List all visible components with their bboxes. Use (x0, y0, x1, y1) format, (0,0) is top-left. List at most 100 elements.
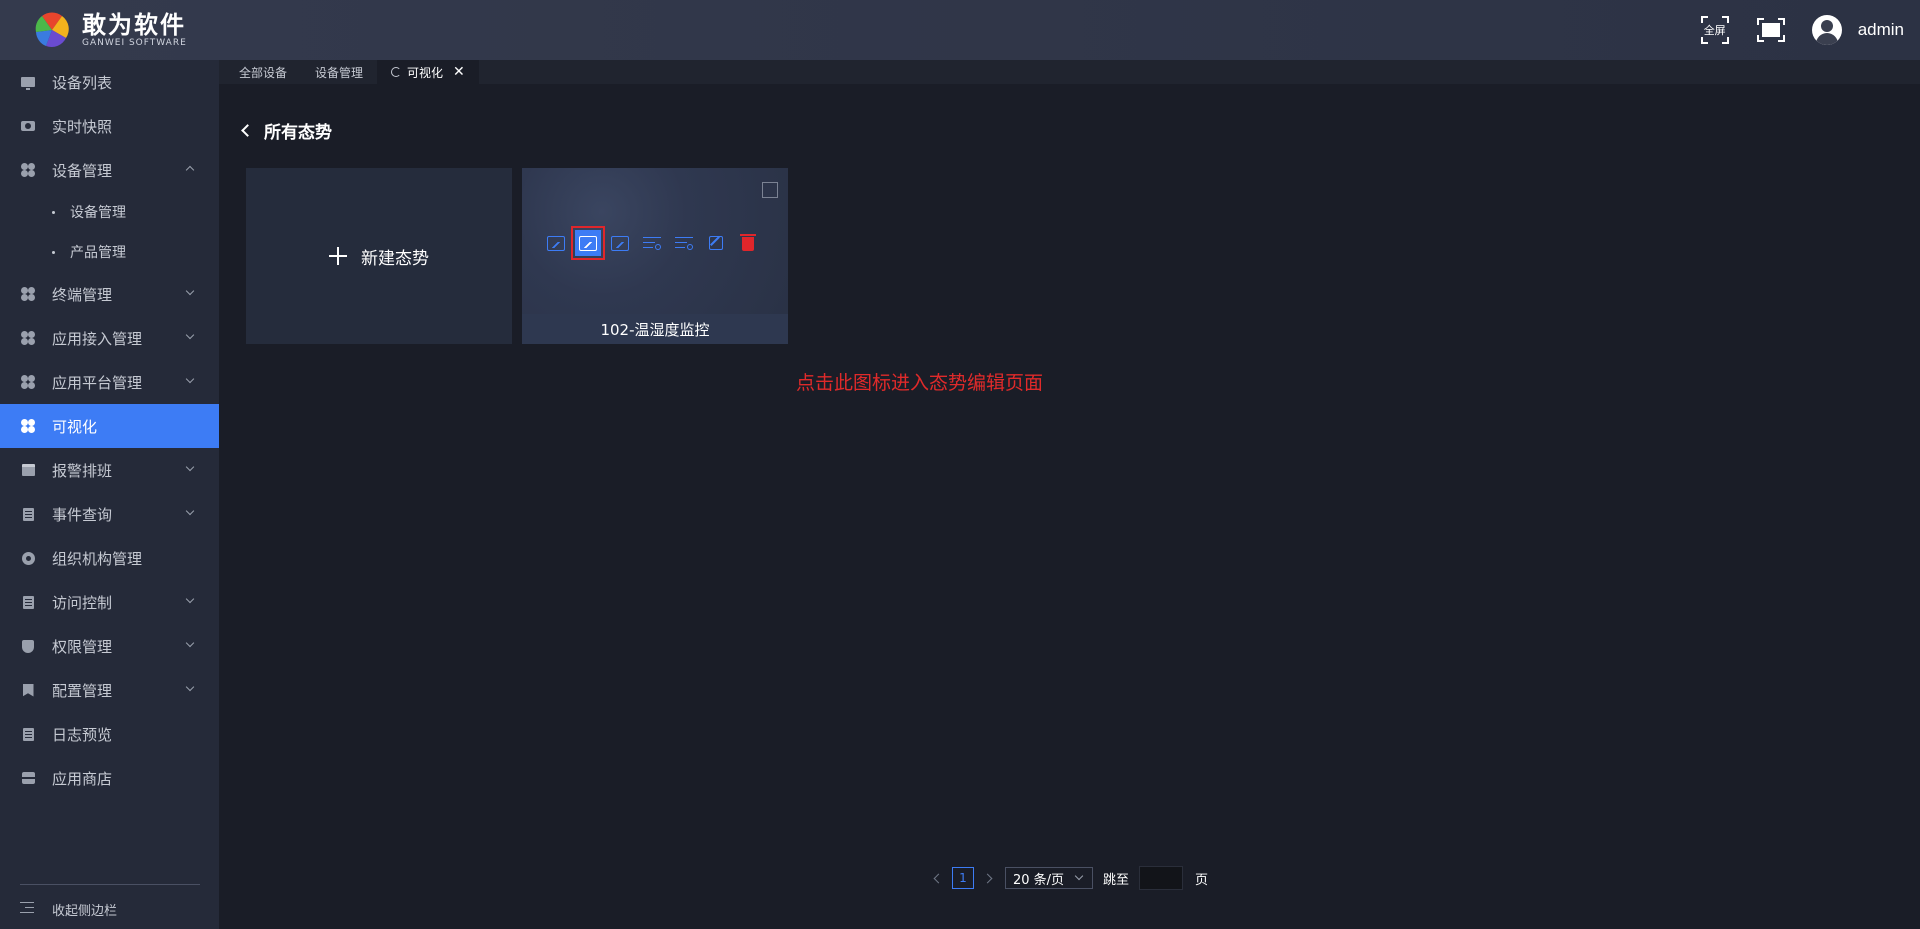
tab-bar: 全部设备 设备管理 可视化 ✕ (219, 60, 1920, 84)
chevron-down-icon (185, 462, 195, 472)
monitor-icon (21, 77, 35, 90)
pagination: 1 20 条/页 跳至 页 (933, 866, 1208, 890)
chevron-down-icon (185, 594, 195, 604)
clover-icon (21, 375, 35, 389)
chevron-down-icon (185, 506, 195, 516)
rename-button[interactable] (706, 233, 726, 253)
annotation-text: 点击此图标进入态势编辑页面 (796, 372, 1044, 394)
clover-icon (21, 287, 35, 301)
preview-button[interactable] (546, 233, 566, 253)
sidebar-item-label: 事件查询 (52, 505, 113, 524)
page-title: 所有态势 (264, 123, 332, 143)
main-content: 所有态势 新建态势 102-温湿度监控 点击此图标进入态势编辑页面 (219, 84, 1920, 929)
close-icon[interactable]: ✕ (453, 65, 465, 79)
logo-title: 敢为软件 (82, 11, 186, 39)
chevron-down-icon (185, 330, 195, 340)
camera-icon (21, 121, 35, 131)
sidebar-item-app-platform[interactable]: 应用平台管理 (0, 360, 219, 404)
gear-icon (21, 551, 35, 565)
list-config-icon (675, 236, 693, 250)
sidebar-item-snapshot[interactable]: 实时快照 (0, 104, 219, 148)
page-number-current[interactable]: 1 (952, 867, 974, 889)
sidebar-item-device-list[interactable]: 设备列表 (0, 60, 219, 104)
sidebar-item-app-store[interactable]: 应用商店 (0, 756, 219, 800)
username[interactable]: admin (1858, 20, 1904, 40)
sidebar-item-organization[interactable]: 组织机构管理 (0, 536, 219, 580)
image-settings-icon (611, 235, 629, 251)
sidebar-item-label: 应用商店 (52, 769, 113, 788)
sidebar-item-label: 设备管理 (52, 161, 113, 180)
situation-card-title: 102-温湿度监控 (522, 314, 788, 344)
sidebar-item-label: 组织机构管理 (52, 549, 143, 568)
store-icon (21, 772, 35, 784)
tab-all-devices[interactable]: 全部设备 (225, 60, 301, 84)
back-arrow-icon[interactable] (241, 124, 254, 137)
jump-to-label: 跳至 (1103, 872, 1130, 888)
bookmark-icon (22, 683, 34, 697)
page-size-select[interactable]: 20 条/页 (1005, 867, 1093, 889)
clover-icon (21, 331, 35, 345)
fullscreen-label: 全屏 (1703, 24, 1726, 37)
image-edit-icon (579, 235, 597, 251)
clover-icon (21, 163, 35, 177)
sidebar-subitem-device-management[interactable]: 设备管理 (0, 192, 219, 232)
plus-icon (329, 247, 347, 265)
situation-card[interactable]: 102-温湿度监控 (522, 168, 788, 344)
tab-label: 全部设备 (239, 65, 288, 80)
sidebar-item-permissions[interactable]: 权限管理 (0, 624, 219, 668)
collapse-sidebar-button[interactable]: 收起侧边栏 (20, 900, 117, 919)
sidebar-item-label: 权限管理 (52, 637, 113, 656)
sidebar-item-label: 设备列表 (52, 73, 113, 92)
prev-page-icon[interactable] (933, 873, 944, 883)
page-size-value: 20 条/页 (1013, 872, 1065, 888)
edit-situation-button[interactable] (571, 226, 605, 260)
top-header: 敢为软件 GANWEI SOFTWARE 全屏 admin (0, 0, 1920, 60)
tab-label: 设备管理 (315, 65, 364, 80)
tab-device-management[interactable]: 设备管理 (301, 60, 377, 84)
chevron-down-icon (185, 286, 195, 296)
sidebar-item-visualization[interactable]: 可视化 (0, 404, 219, 448)
calendar-icon (21, 464, 35, 476)
delete-button[interactable] (738, 233, 758, 253)
sidebar-subitem-product-management[interactable]: 产品管理 (0, 232, 219, 272)
tab-visualization[interactable]: 可视化 ✕ (377, 60, 479, 84)
sidebar-item-label: 终端管理 (52, 285, 113, 304)
sidebar-item-event-query[interactable]: 事件查询 (0, 492, 219, 536)
sidebar-item-label: 配置管理 (52, 681, 113, 700)
maximize-icon (1756, 18, 1785, 42)
new-situation-card[interactable]: 新建态势 (246, 168, 512, 344)
sidebar-item-label: 应用接入管理 (52, 329, 143, 348)
fullscreen-text-button[interactable]: 全屏 (1700, 15, 1730, 45)
sidebar-item-label: 应用平台管理 (52, 373, 143, 392)
maximize-button[interactable] (1756, 15, 1786, 45)
sidebar-subitem-label: 设备管理 (70, 205, 126, 221)
avatar[interactable] (1811, 15, 1842, 45)
chevron-up-icon (185, 165, 195, 175)
doc-icon (22, 727, 34, 741)
sidebar-item-device-management[interactable]: 设备管理 (0, 148, 219, 192)
sidebar-item-alarm-schedule[interactable]: 报警排班 (0, 448, 219, 492)
jump-page-input[interactable] (1139, 866, 1184, 890)
list-settings-icon (643, 236, 661, 250)
next-page-icon[interactable] (982, 873, 993, 883)
clover-icon (21, 419, 35, 433)
image-settings-button[interactable] (610, 233, 630, 253)
logo[interactable]: 敢为软件 GANWEI SOFTWARE (32, 10, 187, 50)
sidebar-item-terminal-management[interactable]: 终端管理 (0, 272, 219, 316)
sidebar-item-log-preview[interactable]: 日志预览 (0, 712, 219, 756)
fullscreen-text-icon: 全屏 (1700, 16, 1729, 44)
collapse-sidebar-label: 收起侧边栏 (52, 904, 118, 919)
sidebar-item-app-access[interactable]: 应用接入管理 (0, 316, 219, 360)
list-settings-button[interactable] (642, 233, 662, 253)
tab-label: 可视化 (407, 65, 444, 80)
sidebar-item-configuration[interactable]: 配置管理 (0, 668, 219, 712)
sidebar-item-access-control[interactable]: 访问控制 (0, 580, 219, 624)
card-actions (546, 226, 770, 260)
refresh-icon[interactable] (391, 67, 402, 77)
sidebar-item-label: 报警排班 (52, 461, 113, 480)
chevron-down-icon (1074, 871, 1084, 881)
list-config-button[interactable] (674, 233, 694, 253)
doc-icon (22, 595, 34, 609)
card-checkbox[interactable] (762, 182, 778, 198)
sidebar-item-label: 访问控制 (52, 593, 113, 612)
